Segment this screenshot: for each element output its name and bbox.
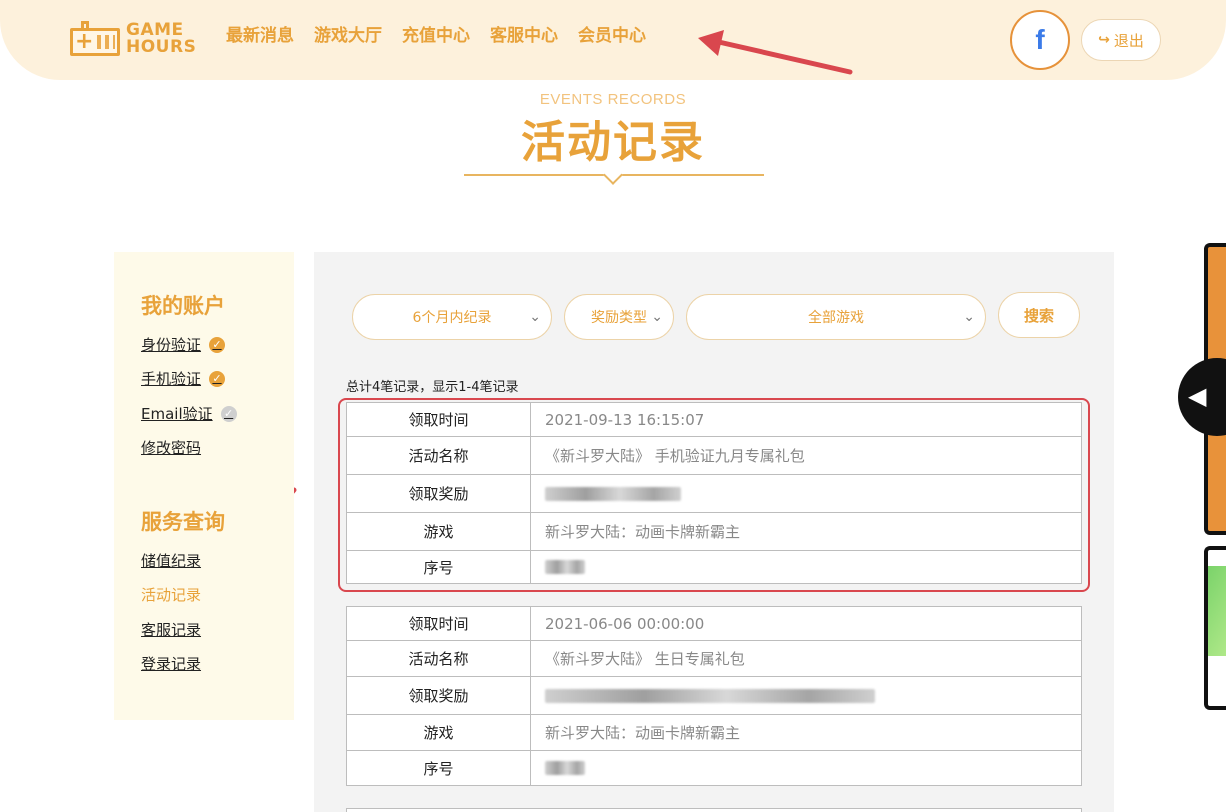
record-time: 2021-06-06 00:00:00	[545, 614, 705, 633]
search-button[interactable]: 搜索	[998, 292, 1080, 338]
nav-member[interactable]: 会员中心	[578, 24, 646, 48]
record-row-time: 领取时间 2021-06-06 00:00:00	[347, 607, 1081, 641]
record-game: 新斗罗大陆：动画卡牌新霸主	[545, 523, 741, 541]
sidebar-item-login-records[interactable]: 登录记录	[141, 653, 201, 674]
main-nav: 最新消息 游戏大厅 充值中心 客服中心 会员中心	[226, 24, 646, 48]
nav-news[interactable]: 最新消息	[226, 24, 294, 48]
annotation-arrow-nav	[698, 30, 853, 75]
record-event-name: 《新斗罗大陆》 手机验证九月专属礼包	[545, 447, 805, 465]
chevron-down-icon: ⌄	[529, 309, 541, 325]
verified-check-icon: ✓	[209, 370, 226, 387]
floating-side-banner-2[interactable]	[1204, 546, 1226, 710]
chevron-down-icon: ⌄	[651, 309, 663, 325]
verified-check-icon: ✓	[209, 336, 226, 353]
record-row-serial: 序号	[347, 751, 1081, 785]
sidebar-item-support-records[interactable]: 客服记录	[141, 619, 201, 640]
account-sidebar: 我的账户 身份验证 ✓ 手机验证 ✓ Email验证 ✓ 修改密码 服务查询 储…	[114, 252, 294, 720]
service-heading: 服务查询	[141, 510, 225, 534]
record-row-serial: 序号	[347, 551, 1081, 583]
record-row-time: 领取时间 2021-09-13 16:15:07	[347, 403, 1081, 437]
record-card: 领取时间 2021-09-13 16:15:07 活动名称 《新斗罗大陆》 手机…	[346, 402, 1082, 584]
sidebar-item-phone-verify[interactable]: 手机验证 ✓	[141, 368, 226, 389]
record-card	[346, 808, 1082, 812]
game-select[interactable]: 全部游戏 ⌄	[686, 294, 986, 340]
record-row-reward: 领取奖励	[347, 677, 1081, 715]
record-reward-redacted	[531, 677, 1081, 714]
records-panel: 6个月内纪录 ⌄ 奖励类型 ⌄ 全部游戏 ⌄ 搜索 总计4笔记录，显示1-4笔记…	[314, 252, 1114, 812]
top-header: + GAME HOURS 最新消息 游戏大厅 充值中心 客服中心 会员中心 f …	[0, 0, 1226, 80]
sidebar-item-event-records[interactable]: 活动记录	[141, 584, 201, 605]
record-row-event: 活动名称 《新斗罗大陆》 手机验证九月专属礼包	[347, 437, 1081, 475]
collapse-arrow-button[interactable]: ◀	[1178, 358, 1226, 436]
logo-gamepad-icon: +	[70, 21, 120, 56]
page-title: 活动记录	[521, 117, 705, 168]
record-reward-redacted	[531, 475, 1081, 512]
record-row-event: 活动名称 《新斗罗大陆》 生日专属礼包	[347, 641, 1081, 677]
record-serial-redacted	[531, 751, 1081, 785]
record-row-game: 游戏 新斗罗大陆：动画卡牌新霸主	[347, 513, 1081, 551]
sidebar-item-email-verify[interactable]: Email验证 ✓	[141, 403, 237, 424]
logout-icon: ↪	[1098, 32, 1110, 48]
facebook-icon: f	[1035, 24, 1045, 55]
nav-recharge[interactable]: 充值中心	[402, 24, 470, 48]
nav-support[interactable]: 客服中心	[490, 24, 558, 48]
record-row-game: 游戏 新斗罗大陆：动画卡牌新霸主	[347, 715, 1081, 751]
record-time: 2021-09-13 16:15:07	[545, 410, 705, 429]
sidebar-item-id-verify[interactable]: 身份验证 ✓	[141, 334, 226, 355]
facebook-button[interactable]: f	[1010, 10, 1070, 70]
reward-type-select[interactable]: 奖励类型 ⌄	[564, 294, 674, 340]
period-select[interactable]: 6个月内纪录 ⌄	[352, 294, 552, 340]
record-game: 新斗罗大陆：动画卡牌新霸主	[545, 724, 741, 742]
record-serial-redacted	[531, 551, 1081, 583]
sidebar-item-recharge-records[interactable]: 储值纪录	[141, 550, 201, 571]
logo-text-line2: HOURS	[126, 37, 197, 57]
logout-label: 退出	[1113, 31, 1144, 50]
nav-game-lobby[interactable]: 游戏大厅	[314, 24, 382, 48]
record-event-name: 《新斗罗大陆》 生日专属礼包	[545, 650, 745, 668]
records-summary: 总计4笔记录，显示1-4笔记录	[346, 380, 519, 395]
account-heading: 我的账户	[141, 294, 225, 318]
record-card: 领取时间 2021-06-06 00:00:00 活动名称 《新斗罗大陆》 生日…	[346, 606, 1082, 786]
arrow-left-icon: ◀	[1188, 382, 1207, 410]
sidebar-item-change-password[interactable]: 修改密码	[141, 437, 201, 458]
chevron-down-icon: ⌄	[963, 309, 975, 325]
gamehours-logo[interactable]: + GAME HOURS	[70, 21, 202, 57]
logout-button[interactable]: ↪ 退出	[1081, 19, 1161, 61]
record-row-reward: 领取奖励	[347, 475, 1081, 513]
unverified-check-icon: ✓	[220, 405, 237, 422]
